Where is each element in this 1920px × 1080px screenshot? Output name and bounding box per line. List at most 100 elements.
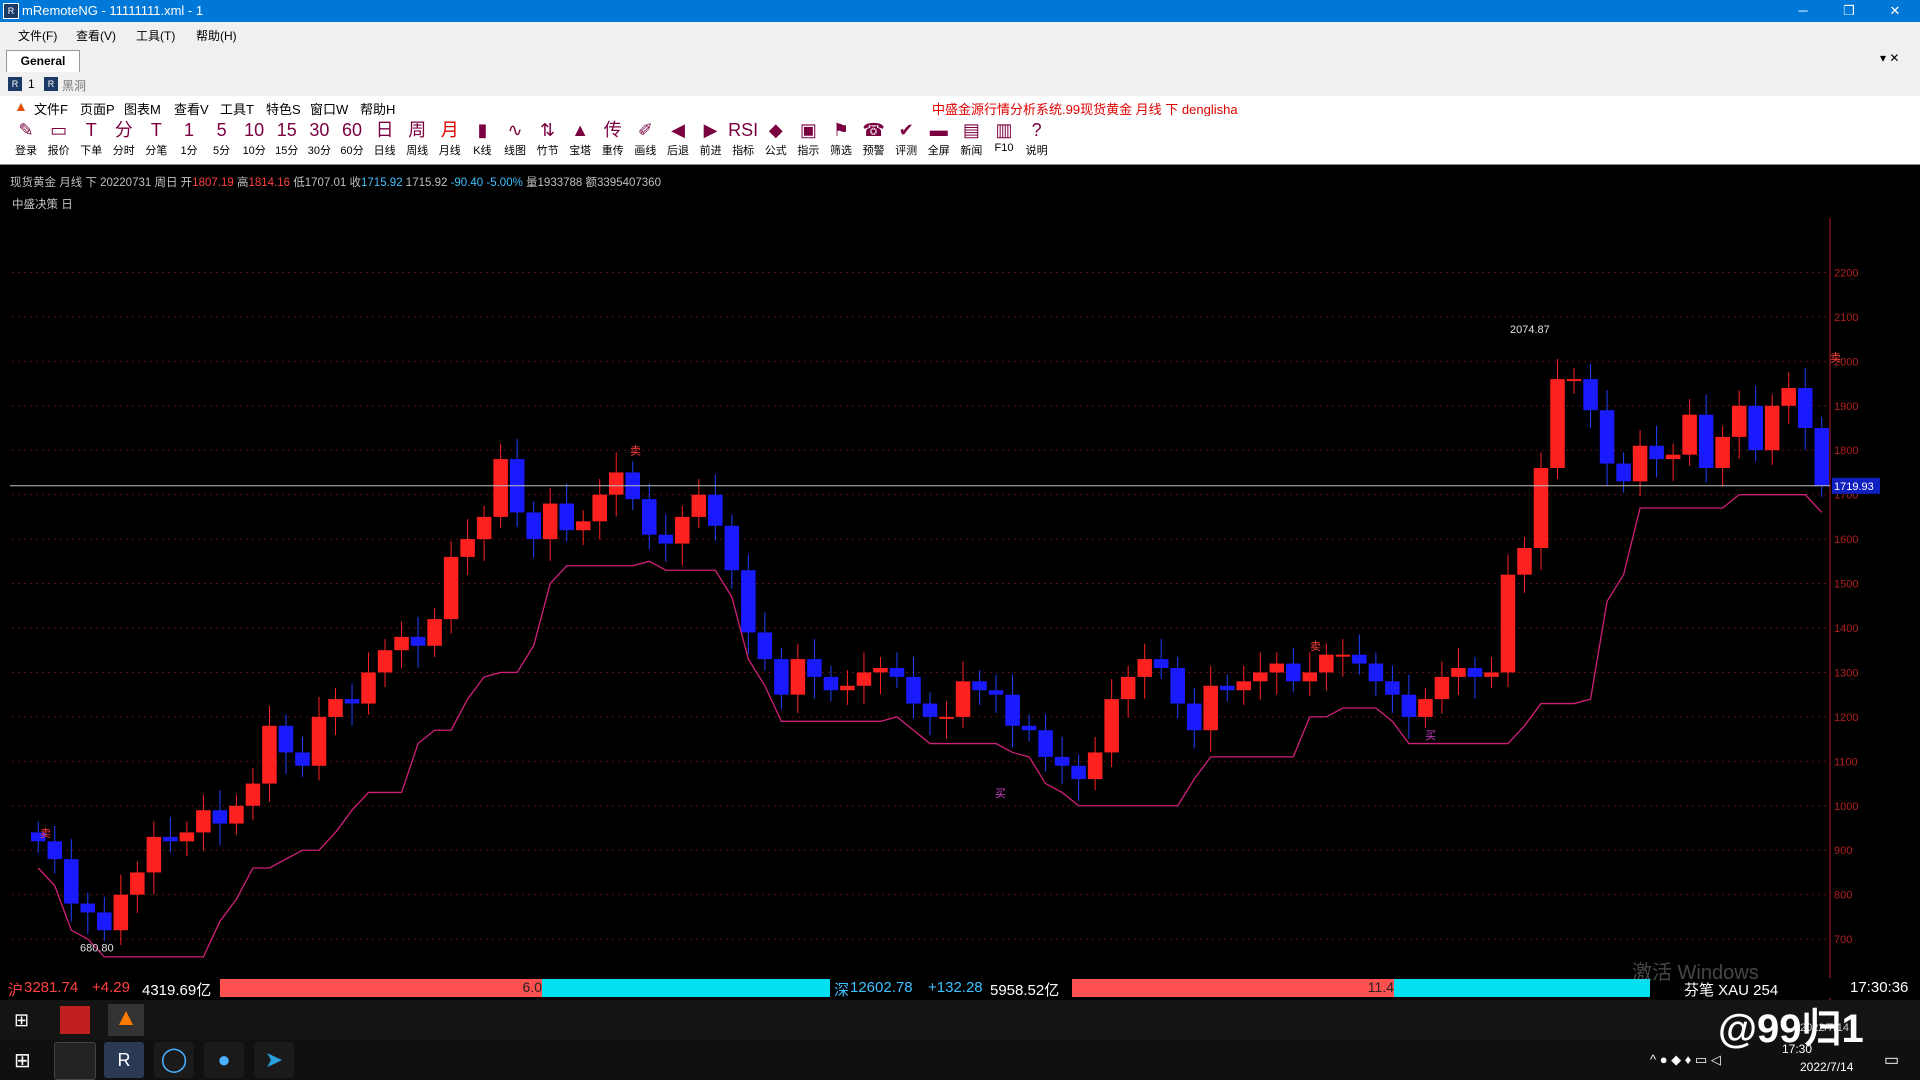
menu-tools[interactable]: 工具(T)	[136, 27, 175, 44]
toolbar-button-15[interactable]: ∿ 线图	[499, 118, 531, 162]
toolbar-button-16[interactable]: ⇅ 竹节	[532, 118, 564, 162]
candle-body	[245, 783, 261, 806]
toolbar-button-1[interactable]: ▭ 报价	[43, 118, 75, 162]
candle-body	[377, 650, 393, 673]
candlestick-chart[interactable]: 2200210020001900180017001600150014001300…	[10, 208, 1910, 1054]
toolbar-icon: T	[150, 120, 162, 140]
menu-file[interactable]: 文件(F)	[18, 27, 57, 44]
toolbar-button-30[interactable]: ▥ F10	[988, 118, 1020, 162]
toolbar-button-10[interactable]: 60 60分	[336, 118, 368, 162]
toolbar-button-2[interactable]: T 下单	[75, 118, 107, 162]
connection-label[interactable]: 黑洞	[62, 77, 86, 94]
candle-body	[741, 570, 756, 633]
toolbar-button-22[interactable]: RSI 指标	[727, 118, 759, 162]
toolbar-button-7[interactable]: 10 10分	[238, 118, 270, 162]
date-label: 20220731 周日	[100, 177, 178, 189]
candle-body	[1153, 659, 1169, 668]
mremoteng-taskbar-icon[interactable]: R	[104, 1042, 144, 1078]
toolbar-button-9[interactable]: 30 30分	[303, 118, 335, 162]
candle-body	[1137, 659, 1152, 677]
tab-general[interactable]: General	[6, 50, 80, 73]
toolbar-label: 竹节	[536, 145, 559, 157]
toolbar-button-11[interactable]: 日日线	[369, 118, 401, 162]
window-titlebar: R mRemoteNG - 11111111.xml - 1 ─ ❐ ✕	[0, 0, 1920, 22]
toolbar-button-26[interactable]: ☎ 预警	[858, 118, 890, 162]
cloud-app-icon[interactable]: ●	[204, 1042, 244, 1078]
zsjy-app-icon[interactable]: ▲	[108, 1004, 144, 1036]
toolbar-button-31[interactable]: ? 说明	[1021, 118, 1053, 162]
candle-body	[427, 619, 442, 646]
toolbar-button-8[interactable]: 15 15分	[271, 118, 303, 162]
toolbar-button-0[interactable]: ✎ 登录	[10, 118, 42, 162]
toolbar-button-3[interactable]: 分分时	[108, 118, 140, 162]
toolbar-button-20[interactable]: ◀ 后退	[662, 118, 694, 162]
candle-body	[1748, 405, 1763, 451]
toolbar-icon: ▣	[799, 120, 817, 140]
candle-body	[526, 512, 541, 540]
toolbar-button-5[interactable]: 1 1分	[173, 118, 205, 162]
candle-body	[179, 832, 195, 842]
y-tick-label: 800	[1834, 890, 1852, 902]
candle-body	[262, 725, 277, 784]
edge-browser-icon[interactable]: ◯	[154, 1042, 194, 1078]
candle-body	[1071, 765, 1086, 780]
toolbar-button-4[interactable]: T 分笔	[140, 118, 172, 162]
toolbar-button-23[interactable]: ◆ 公式	[760, 118, 792, 162]
connection-number[interactable]: 1	[28, 77, 35, 91]
toolbar-label: 月线	[438, 145, 461, 157]
buy-signal: 买	[1425, 729, 1436, 742]
menu-help[interactable]: 帮助(H)	[196, 27, 237, 44]
stock-app-icon[interactable]	[60, 1006, 90, 1034]
candle-body	[1814, 428, 1829, 486]
candle-body	[939, 716, 954, 719]
restore-button[interactable]: ❐	[1826, 0, 1872, 22]
toolbar-button-18[interactable]: 传重传	[597, 118, 629, 162]
toolbar-icon: 1	[183, 120, 194, 140]
toolbar-button-25[interactable]: ⚑ 筛选	[825, 118, 857, 162]
toolbar-icon: ✐	[637, 120, 653, 140]
close-button[interactable]: ✕	[1872, 0, 1918, 22]
notification-icon[interactable]: ▭	[1884, 1050, 1899, 1070]
toolbar-label: 说明	[1025, 145, 1048, 157]
toolbar-button-12[interactable]: 周周线	[401, 118, 433, 162]
windows-start-icon[interactable]: ⊞	[14, 1048, 31, 1073]
tray-icons[interactable]: ^ ● ◆ ♦ ▭ ◁	[1650, 1052, 1721, 1068]
telegram-icon[interactable]: ➤	[254, 1042, 294, 1078]
menu-view[interactable]: 查看(V)	[76, 27, 116, 44]
toolbar-button-24[interactable]: ▣ 指示	[792, 118, 824, 162]
minimize-button[interactable]: ─	[1780, 0, 1826, 22]
candle-body	[113, 894, 129, 931]
toolbar-button-27[interactable]: ✔ 评测	[890, 118, 922, 162]
toolbar-button-21[interactable]: ▶ 前进	[695, 118, 727, 162]
high-label: 高	[236, 177, 249, 189]
toolbar-label: 5分	[213, 145, 231, 157]
toolbar-button-14[interactable]: ▮ K线	[466, 118, 498, 162]
candle-body	[1385, 681, 1400, 695]
windows-start-icon[interactable]: ⊞	[14, 1010, 29, 1031]
candle-body	[1021, 725, 1037, 731]
toolbar-label: 新闻	[960, 145, 983, 157]
candle-body	[196, 810, 211, 833]
toolbar-button-28[interactable]: ▬ 全屏	[923, 118, 955, 162]
toolbar-button-19[interactable]: ✐ 画线	[629, 118, 661, 162]
toolbar-button-13[interactable]: 月月线	[434, 118, 466, 162]
toolbar-icon: ☎	[862, 120, 885, 140]
toolbar-button-17[interactable]: ▲ 宝塔	[564, 118, 596, 162]
sh-breadth-bar: 6.0	[220, 979, 830, 997]
high-value: 1814.16	[248, 177, 291, 189]
activation-watermark: 激活 Windows	[1632, 962, 1759, 984]
candle-body	[757, 632, 773, 660]
toolbar-icon: ▥	[995, 120, 1013, 140]
sz-breadth-value: 11.4	[1072, 979, 1394, 997]
candle-body	[1005, 694, 1020, 726]
sz-breadth-bar: 11.4	[1072, 979, 1650, 997]
tab-dropdown-icon[interactable]: ▾ ✕	[1880, 51, 1899, 65]
toolbar-label: 分笔	[145, 145, 168, 157]
stock-terminal-icon[interactable]	[54, 1042, 96, 1080]
toolbar-button-6[interactable]: 5 5分	[206, 118, 238, 162]
toolbar-button-29[interactable]: ▤ 新闻	[955, 118, 987, 162]
toolbar-label: 指示	[797, 145, 820, 157]
toolbar-icon: 月	[440, 120, 459, 140]
low-value: 1707.01	[304, 177, 347, 189]
y-tick-label: 1600	[1834, 534, 1858, 546]
